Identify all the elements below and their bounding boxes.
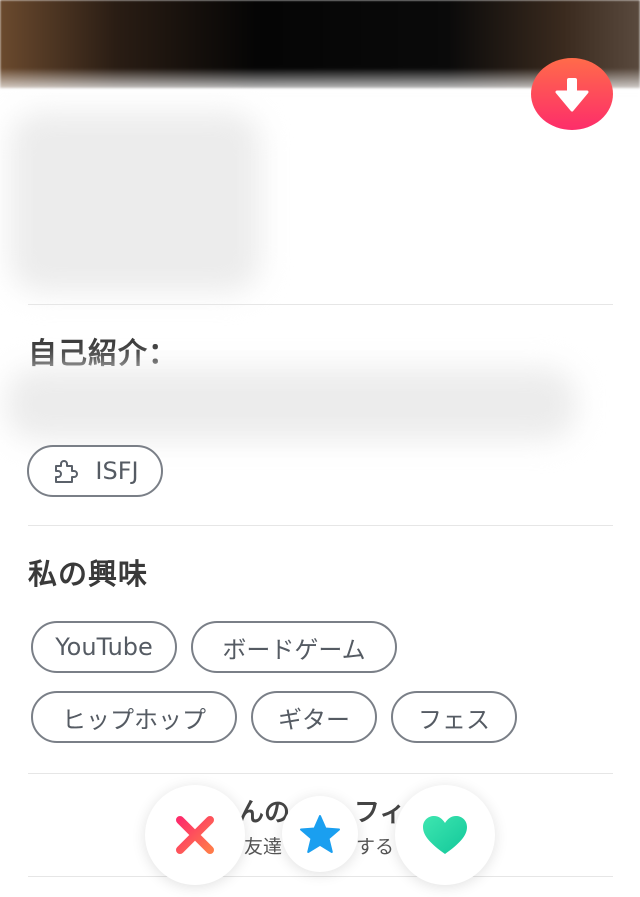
interests-title: 私の興味 xyxy=(28,557,149,591)
star-icon xyxy=(300,815,340,853)
divider xyxy=(28,304,613,305)
section-title-fragment: んの xyxy=(238,798,291,828)
dislike-button[interactable] xyxy=(145,785,245,885)
personality-chip: ISFJ xyxy=(27,445,163,497)
super-like-button[interactable] xyxy=(282,796,358,872)
scroll-down-button[interactable] xyxy=(531,58,613,130)
redacted-bio-text xyxy=(6,368,576,440)
bio-title: 自己紹介： xyxy=(28,336,179,370)
heart-icon xyxy=(423,816,467,854)
redacted-basic-info xyxy=(10,112,260,292)
like-button[interactable] xyxy=(395,785,495,885)
divider xyxy=(28,525,613,526)
divider xyxy=(28,773,613,774)
divider xyxy=(28,876,613,877)
personality-label: ISFJ xyxy=(95,457,139,485)
section-subtitle-fragment: 友達 xyxy=(244,836,283,858)
arrow-down-icon xyxy=(555,78,589,112)
x-icon xyxy=(176,816,214,854)
interest-tag: フェス xyxy=(391,691,517,743)
interest-tag: ヒップホップ xyxy=(31,691,237,743)
section-subtitle-fragment: する xyxy=(356,836,395,858)
interest-tag: ギター xyxy=(251,691,377,743)
interest-tag: YouTube xyxy=(31,621,177,673)
puzzle-icon xyxy=(55,460,79,483)
interest-tag: ボードゲーム xyxy=(191,621,397,673)
